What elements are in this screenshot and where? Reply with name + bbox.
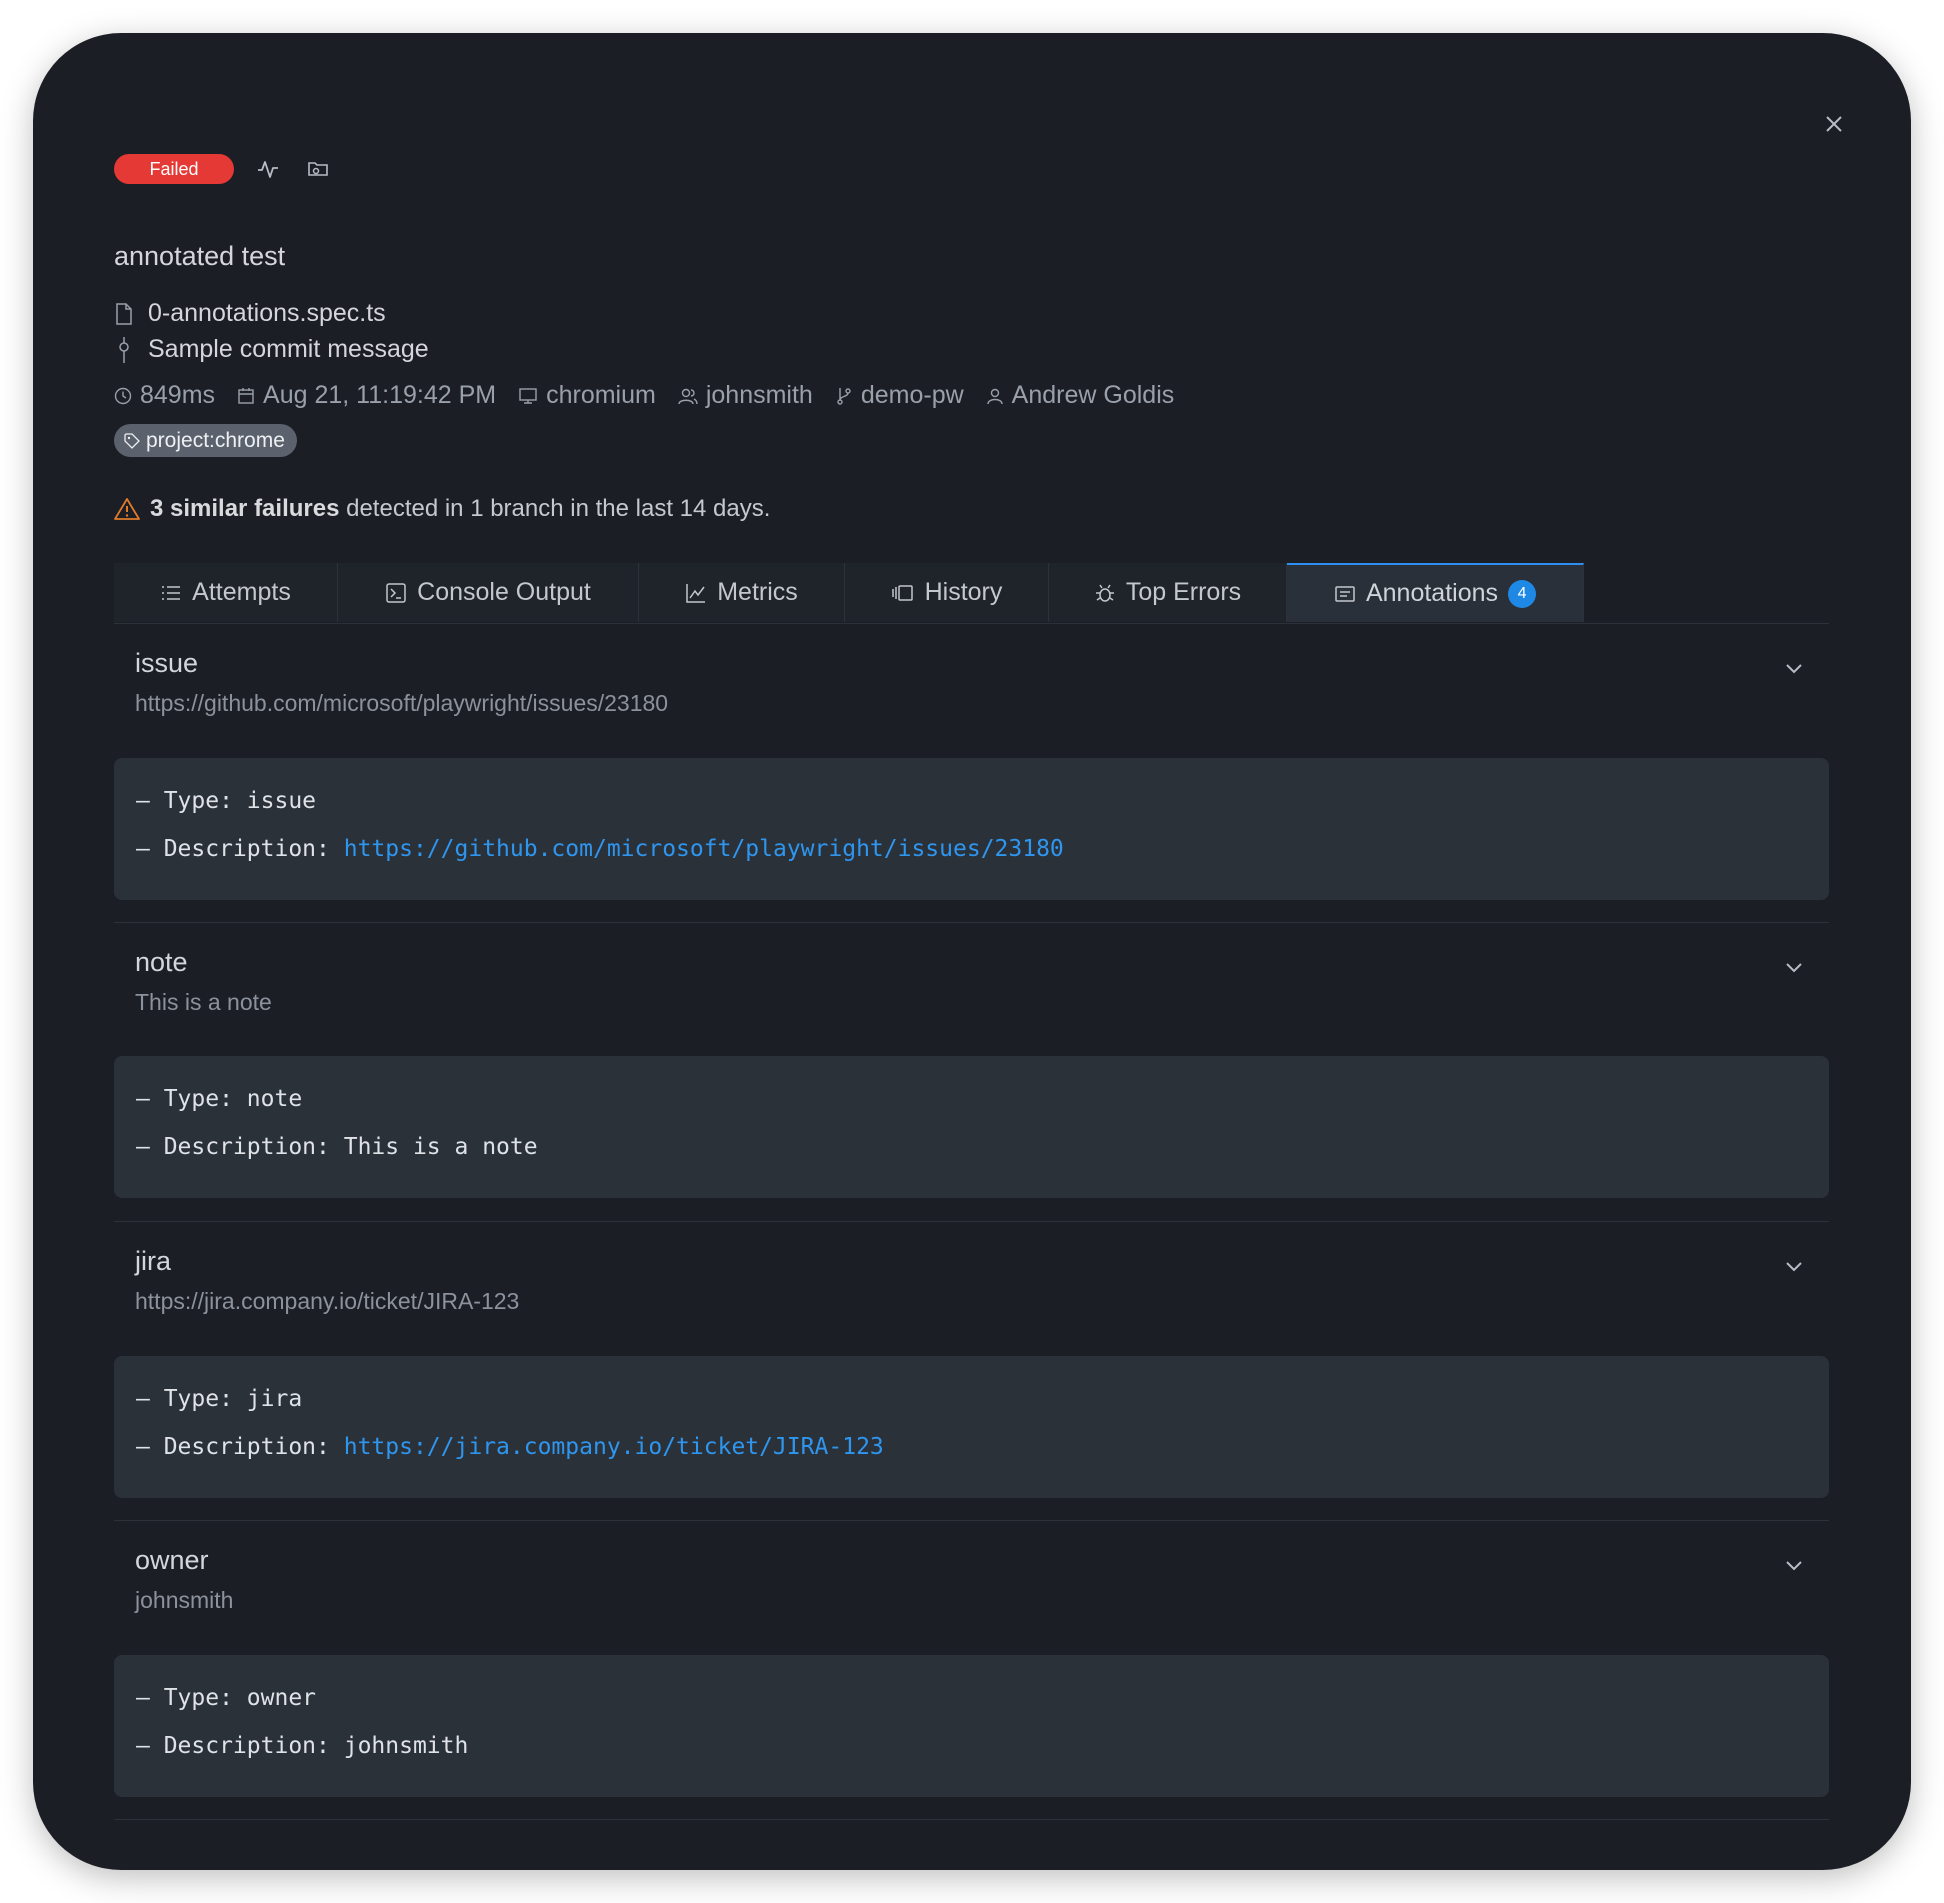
run-date: Aug 21, 11:19:42 PM	[237, 381, 496, 410]
browser: chromium	[518, 381, 656, 410]
warning-text: detected in 1 branch in the last 14 days…	[339, 495, 771, 522]
annotation-summary: https://github.com/microsoft/playwright/…	[135, 690, 669, 716]
annotation-toggle[interactable]	[1779, 1551, 1809, 1581]
tab-annotations[interactable]: Annotations 4	[1287, 563, 1584, 622]
annotation-name: jira	[135, 1246, 172, 1276]
type-label: – Type:	[136, 1685, 247, 1711]
calendar-icon	[238, 387, 254, 404]
author: Andrew Goldis	[986, 381, 1174, 410]
annotation-summary: johnsmith	[135, 1587, 234, 1613]
annotation-header[interactable]: issue https://github.com/microsoft/playw…	[114, 624, 1829, 742]
annotations-count-badge: 4	[1508, 579, 1537, 608]
tag-icon	[124, 432, 140, 449]
monitor-icon	[519, 387, 537, 404]
user: johnsmith	[678, 381, 813, 410]
annotation-name: issue	[135, 648, 199, 678]
chevron-down-icon	[1786, 664, 1802, 674]
annotation-details: – Type: jira – Description: https://jira…	[114, 1356, 1829, 1498]
clock-icon	[114, 387, 132, 404]
type-value: jira	[246, 1386, 303, 1412]
tab-bar: Attempts Console Output Metrics History …	[114, 563, 1829, 624]
chart-icon	[686, 583, 706, 603]
chevron-down-icon	[1786, 963, 1802, 973]
annotation-toggle[interactable]	[1779, 654, 1809, 684]
annotation-header[interactable]: jira https://jira.company.io/ticket/JIRA…	[114, 1222, 1829, 1340]
annotation-header[interactable]: note This is a note	[114, 923, 1829, 1041]
close-button[interactable]	[1819, 109, 1849, 139]
description-link[interactable]: https://jira.company.io/ticket/JIRA-123	[344, 1434, 884, 1460]
annotation-name: note	[135, 947, 188, 977]
tab-history[interactable]: History	[845, 563, 1049, 622]
type-label: – Type:	[136, 1086, 247, 1112]
tab-console-output[interactable]: Console Output	[338, 563, 639, 622]
folder-search-icon	[308, 162, 328, 176]
tab-top-errors[interactable]: Top Errors	[1049, 563, 1287, 622]
terminal-icon	[386, 582, 406, 603]
annotation-summary: https://jira.company.io/ticket/JIRA-123	[135, 1288, 520, 1314]
annotation-note: note This is a note – Type: note – Descr…	[114, 923, 1829, 1222]
type-label: – Type:	[136, 788, 247, 814]
type-value: issue	[246, 788, 317, 814]
description-label: – Description:	[136, 836, 344, 862]
meta-row: 849ms Aug 21, 11:19:42 PM chromium johns…	[114, 381, 1196, 410]
list-icon	[162, 585, 181, 600]
annotation-toggle[interactable]	[1779, 953, 1809, 983]
annotation-details: – Type: issue – Description: https://git…	[114, 758, 1829, 900]
file-icon	[116, 302, 132, 325]
annotation-toggle[interactable]	[1779, 1252, 1809, 1282]
project-tag[interactable]: project:chrome	[114, 424, 297, 457]
annotation-header[interactable]: owner johnsmith	[114, 1521, 1829, 1639]
description-value: johnsmith	[343, 1733, 469, 1759]
close-icon	[1826, 116, 1842, 132]
user-icon	[986, 388, 1003, 404]
branch-icon	[837, 387, 851, 405]
test-details-modal: Failed annotated test 0-annotations.spec…	[33, 33, 1911, 1870]
status-badge: Failed	[114, 154, 234, 184]
similar-failures-warning: 3 similar failures detected in 1 branch …	[114, 495, 770, 523]
test-title: annotated test	[114, 241, 286, 271]
test-file[interactable]: 0-annotations.spec.ts	[114, 299, 386, 328]
description-label: – Description:	[136, 1434, 344, 1460]
description-link[interactable]: https://github.com/microsoft/playwright/…	[344, 836, 1064, 862]
commit-message: Sample commit message	[114, 335, 429, 364]
open-folder-button[interactable]	[302, 153, 334, 185]
annotation-summary: This is a note	[135, 989, 272, 1015]
trace-button[interactable]	[252, 153, 284, 185]
annotation-details: – Type: owner – Description: johnsmith	[114, 1655, 1829, 1797]
annotation-jira: jira https://jira.company.io/ticket/JIRA…	[114, 1222, 1829, 1521]
annotation-icon	[1335, 585, 1355, 602]
type-value: note	[246, 1086, 303, 1112]
duration: 849ms	[114, 381, 215, 410]
description-label: – Description:	[136, 1134, 344, 1160]
file-name: 0-annotations.spec.ts	[148, 299, 386, 327]
bug-icon	[1095, 584, 1114, 602]
tab-attempts[interactable]: Attempts	[114, 563, 338, 622]
users-icon	[678, 388, 698, 404]
history-icon	[891, 584, 913, 601]
description-label: – Description:	[136, 1733, 344, 1759]
annotation-name: owner	[135, 1545, 209, 1575]
type-value: owner	[246, 1685, 317, 1711]
tab-metrics[interactable]: Metrics	[639, 563, 845, 622]
branch: demo-pw	[835, 381, 964, 410]
annotation-details: – Type: note – Description: This is a no…	[114, 1056, 1829, 1198]
annotation-owner: owner johnsmith – Type: owner – Descript…	[114, 1521, 1829, 1820]
description-value: This is a note	[343, 1134, 538, 1160]
activity-icon	[258, 161, 278, 178]
warning-icon	[114, 498, 140, 520]
chevron-down-icon	[1786, 1561, 1802, 1571]
annotation-issue: issue https://github.com/microsoft/playw…	[114, 624, 1829, 923]
commit-icon	[119, 336, 129, 363]
commit-text: Sample commit message	[148, 335, 429, 363]
type-label: – Type:	[136, 1386, 247, 1412]
warning-count[interactable]: 3 similar failures	[150, 495, 339, 523]
chevron-down-icon	[1786, 1262, 1802, 1272]
